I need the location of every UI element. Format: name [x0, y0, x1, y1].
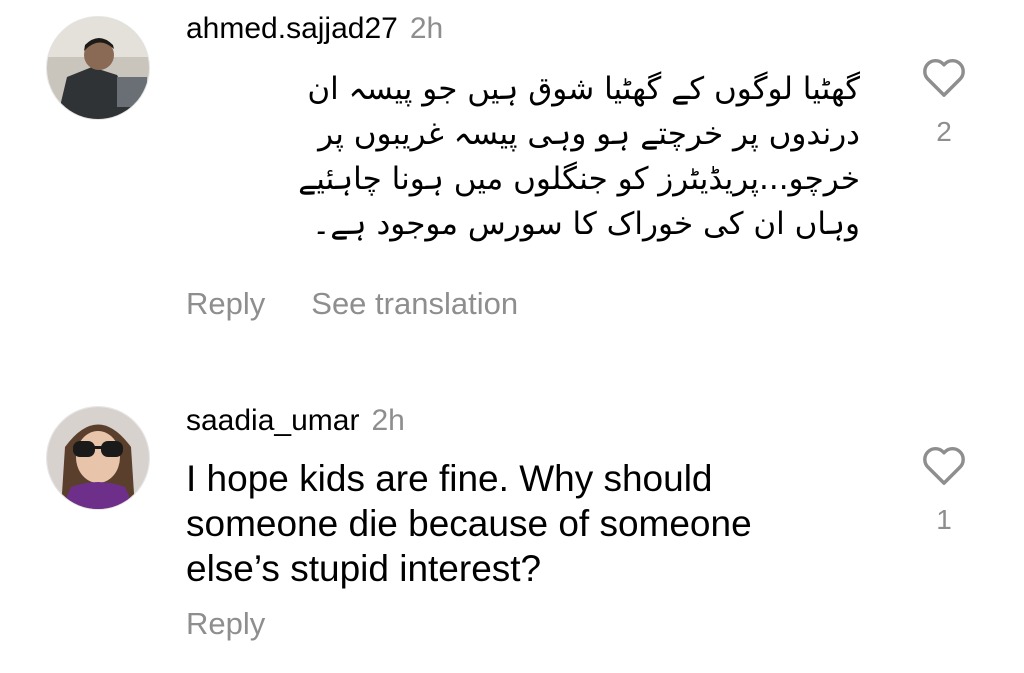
comment-text-line: I hope kids are fine. Why should: [186, 458, 713, 499]
comment: saadia_umar 2h I hope kids are fine. Why …: [0, 396, 1024, 673]
timestamp: 2h: [371, 404, 405, 437]
comment: ahmed.sajjad27 2h گھٹیا لوگوں کے گھٹیا شو…: [0, 0, 1024, 360]
username[interactable]: saadia_umar: [186, 404, 359, 437]
heart-outline-icon[interactable]: [921, 444, 967, 486]
comment-text-line: درندوں پر خرچتے ہو وہی پیسہ غریبوں پر: [318, 116, 860, 152]
like-count: 1: [936, 504, 952, 535]
avatar[interactable]: [46, 406, 150, 510]
username[interactable]: ahmed.sajjad27: [186, 12, 398, 45]
comment-text-line: someone die because of someone: [186, 503, 752, 544]
like-count: 2: [936, 116, 952, 147]
comment-text: گھٹیا لوگوں کے گھٹیا شوق ہیں جو پیسہ ان …: [186, 67, 860, 247]
reply-button[interactable]: Reply: [186, 286, 265, 322]
comment-header: saadia_umar 2h: [186, 404, 405, 438]
comment-actions: Reply: [186, 606, 265, 642]
profile-photo-icon: [47, 17, 149, 119]
comment-text-line: گھٹیا لوگوں کے گھٹیا شوق ہیں جو پیسہ ان: [307, 71, 860, 107]
profile-photo-icon: [47, 407, 149, 509]
avatar[interactable]: [46, 16, 150, 120]
see-translation-button[interactable]: See translation: [311, 286, 518, 322]
like-control: 1: [918, 444, 970, 536]
comment-text-line: خرچو...پریڈیٹرز کو جنگلوں میں ہونا چاہئی…: [298, 161, 860, 197]
comment-text-line: else’s stupid interest?: [186, 548, 542, 589]
comment-text: I hope kids are fine. Why should someone…: [186, 456, 886, 591]
like-control: 2: [918, 56, 970, 148]
comment-text-line: وہاں ان کی خوراک کا سورس موجود ہے۔: [312, 206, 860, 242]
comment-header: ahmed.sajjad27 2h: [186, 12, 443, 46]
comment-actions: Reply See translation: [186, 286, 518, 322]
reply-button[interactable]: Reply: [186, 606, 265, 642]
timestamp: 2h: [409, 12, 444, 45]
heart-outline-icon[interactable]: [921, 56, 967, 98]
